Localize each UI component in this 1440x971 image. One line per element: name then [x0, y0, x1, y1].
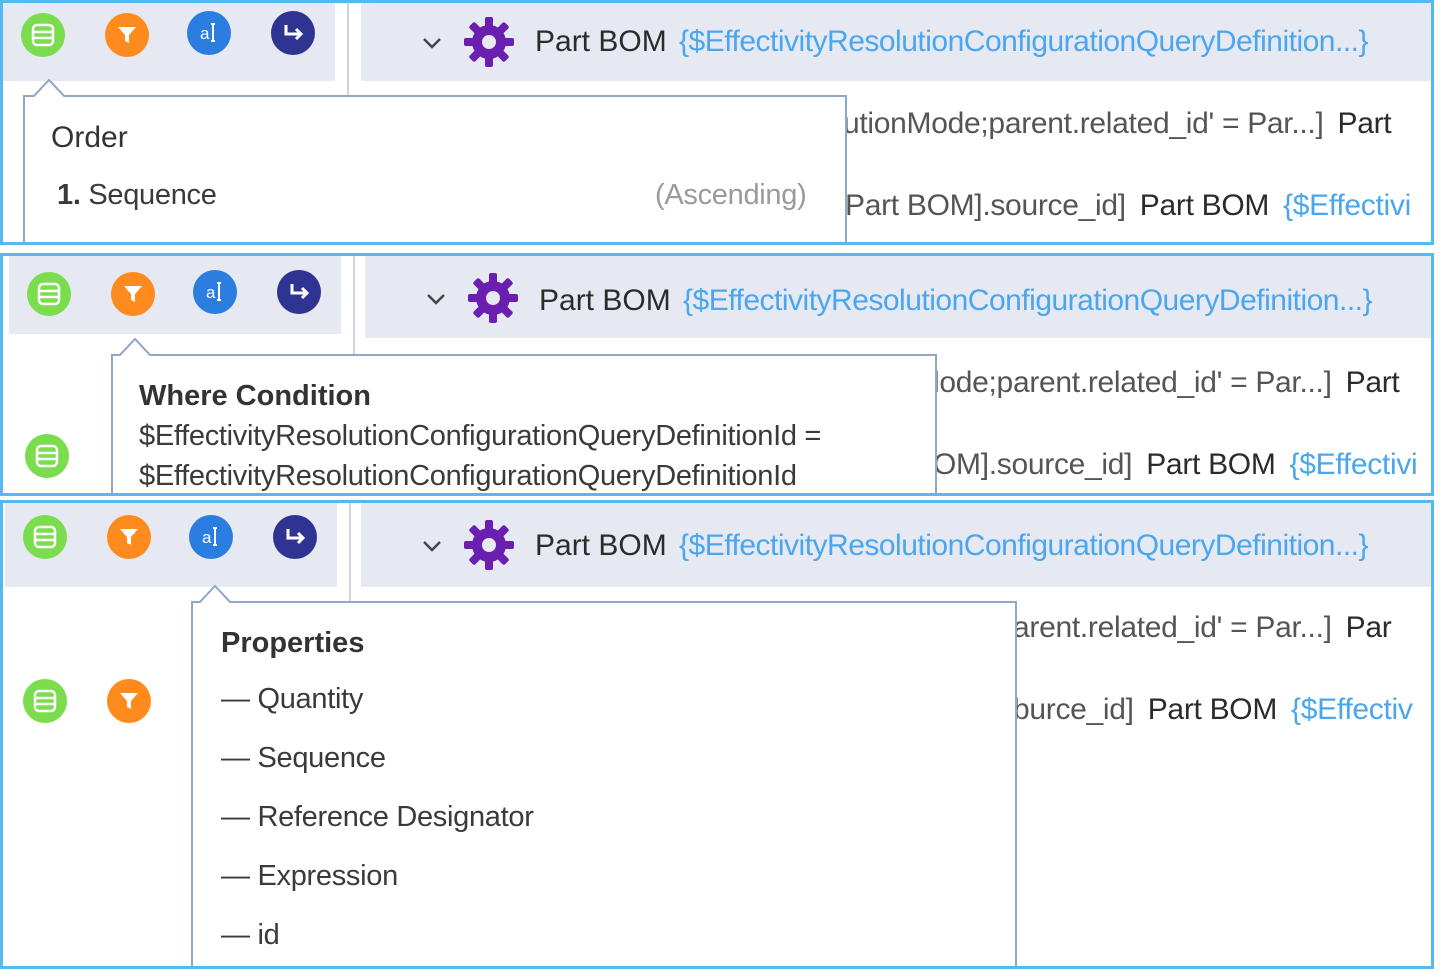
filter-icon[interactable]	[107, 515, 151, 559]
item-header[interactable]: Part BOM {$EffectivityResolutionConfigur…	[365, 256, 1431, 338]
chevron-down-icon[interactable]	[419, 30, 445, 56]
row-item-parameter: {$Effectivi	[1289, 448, 1418, 481]
tooltip-title: Properties	[221, 627, 365, 659]
tooltip-title: Where Condition	[139, 380, 371, 412]
where-condition-line: $EffectivityResolutionConfigurationQuery…	[139, 460, 797, 492]
row-text: arent.related_id' = Par...] Par	[1013, 611, 1392, 645]
property-item: — Reference Designator	[221, 801, 534, 833]
tooltip-arrow	[199, 585, 231, 603]
query-toolbar: a	[3, 3, 335, 81]
row-condition: lode;parent.related_id' = Par...]	[933, 366, 1332, 399]
chevron-down-icon[interactable]	[419, 533, 445, 559]
row-condition: OM].source_id]	[933, 448, 1133, 481]
list-icon[interactable]	[23, 515, 67, 559]
item-header[interactable]: Part BOM {$EffectivityResolutionConfigur…	[361, 3, 1431, 81]
join-icon[interactable]	[273, 515, 317, 559]
row-item-name: Part BOM	[1147, 693, 1278, 726]
order-panel: a Part BOM {$EffectivityResolutionConfig…	[0, 0, 1434, 245]
properties-icon[interactable]: a	[189, 515, 233, 559]
svg-text:a: a	[206, 283, 216, 302]
row-item-parameter: {$Effectivi	[1283, 189, 1411, 222]
property-item: — Expression	[221, 860, 398, 892]
row-item-name: Part	[1345, 366, 1400, 399]
row-condition: Part BOM].source_id]	[845, 189, 1126, 222]
list-icon[interactable]	[27, 272, 71, 316]
where-condition-tooltip: Where Condition $EffectivityResolutionCo…	[111, 338, 937, 493]
filter-icon[interactable]	[105, 13, 149, 57]
svg-text:a: a	[202, 528, 212, 547]
svg-text:a: a	[200, 24, 210, 43]
order-item-label: Sequence	[88, 179, 217, 211]
where-condition-line: $EffectivityResolutionConfigurationQuery…	[139, 420, 822, 452]
filter-icon[interactable]	[111, 272, 155, 316]
item-name: Part BOM	[535, 25, 667, 58]
gear-icon	[464, 17, 514, 67]
properties-icon[interactable]: a	[193, 270, 237, 314]
property-item: — Sequence	[221, 742, 386, 774]
list-icon[interactable]	[21, 13, 65, 57]
filter-icon[interactable]	[107, 679, 151, 723]
join-icon[interactable]	[277, 270, 321, 314]
row-item-name: Part BOM	[1146, 448, 1276, 481]
where-panel: a Part BOM {$EffectivityResolutionConfig…	[0, 253, 1434, 496]
tooltip-arrow	[33, 79, 65, 97]
tooltip-arrow	[119, 338, 151, 356]
gear-icon	[464, 520, 514, 570]
row-item-name: Part BOM	[1139, 189, 1270, 222]
join-icon[interactable]	[271, 11, 315, 55]
list-icon[interactable]	[23, 679, 67, 723]
item-parameter: {$EffectivityResolutionConfigurationQuer…	[683, 284, 1373, 317]
row-item-name: Par	[1345, 611, 1392, 644]
item-name: Part BOM	[535, 529, 667, 562]
item-name: Part BOM	[539, 284, 671, 317]
item-header[interactable]: Part BOM {$EffectivityResolutionConfigur…	[361, 503, 1431, 587]
properties-tooltip: Properties — Quantity — Sequence — Refer…	[191, 585, 1017, 966]
query-toolbar: a	[5, 503, 337, 587]
row-condition: arent.related_id' = Par...]	[1013, 611, 1332, 644]
row-condition: burce_id]	[1013, 693, 1134, 726]
order-tooltip: Order 1. Sequence (Ascending)	[23, 79, 847, 242]
item-parameter: {$EffectivityResolutionConfigurationQuer…	[679, 25, 1369, 58]
row-item-parameter: {$Effectiv	[1291, 693, 1413, 726]
properties-icon[interactable]: a	[187, 11, 231, 55]
row-text: burce_id] Part BOM {$Effectiv	[1013, 693, 1413, 727]
row-text: lode;parent.related_id' = Par...] Part	[933, 366, 1400, 400]
order-item-number: 1.	[57, 179, 81, 211]
row-text: utionMode;parent.related_id' = Par...] Pa…	[843, 107, 1392, 141]
properties-panel: a Part BOM {$EffectivityResolutionConfig…	[0, 500, 1434, 969]
order-item: 1. Sequence	[57, 179, 217, 212]
row-condition: utionMode;parent.related_id' = Par...]	[843, 107, 1324, 140]
row-text: Part BOM].source_id] Part BOM {$Effectivi	[845, 189, 1411, 223]
list-icon[interactable]	[25, 434, 69, 478]
order-direction: (Ascending)	[655, 179, 807, 211]
property-item: — Quantity	[221, 683, 364, 715]
chevron-down-icon[interactable]	[423, 286, 449, 312]
tooltip-title: Order	[51, 121, 128, 154]
property-item: — id	[221, 919, 280, 951]
item-parameter: {$EffectivityResolutionConfigurationQuer…	[679, 529, 1369, 562]
row-text: OM].source_id] Part BOM {$Effectivi	[933, 448, 1418, 482]
query-toolbar: a	[9, 256, 341, 334]
gear-icon	[468, 273, 518, 323]
row-item-name: Part	[1337, 107, 1392, 140]
